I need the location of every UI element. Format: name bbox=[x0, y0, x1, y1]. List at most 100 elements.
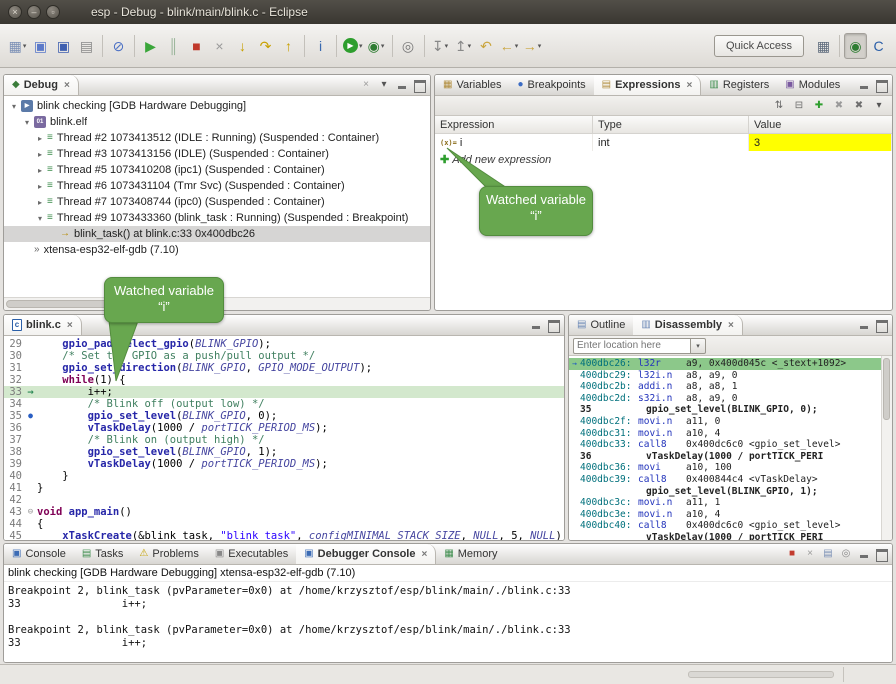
disassembly-row[interactable]: 400dbc2b:addi.na8, a8, 1 bbox=[569, 381, 881, 393]
code-line[interactable]: 34 /* Blink off (output low) */ bbox=[4, 398, 564, 410]
forward-icon[interactable]: →▾ bbox=[521, 33, 544, 59]
fold-collapse-icon[interactable]: ⊖ bbox=[24, 506, 37, 518]
location-input[interactable] bbox=[573, 338, 691, 354]
breakpoint-icon[interactable]: ● bbox=[24, 410, 37, 422]
disassembly-row[interactable]: 400dbc3e:movi.na10, 4 bbox=[569, 509, 881, 521]
minimize-view-icon[interactable] bbox=[529, 318, 543, 332]
close-tab-icon[interactable]: × bbox=[421, 549, 427, 560]
back-icon[interactable]: ←▾ bbox=[498, 33, 521, 59]
c-cpp-perspective-icon[interactable]: C bbox=[867, 33, 890, 59]
remove-expression-icon[interactable]: ✖ bbox=[830, 97, 848, 114]
disassembly-row[interactable]: 400dbc29:l32i.na8, a9, 0 bbox=[569, 370, 881, 382]
code-line[interactable]: 44{ bbox=[4, 518, 564, 530]
save-all-icon[interactable]: ▣ bbox=[52, 33, 75, 59]
scrollbar-thumb[interactable] bbox=[883, 358, 890, 420]
maximize-view-icon[interactable] bbox=[874, 318, 888, 332]
print-icon[interactable]: ▤ bbox=[75, 33, 98, 59]
step-return-icon[interactable]: ↑ bbox=[277, 33, 300, 59]
instruction-stepping-icon[interactable]: i bbox=[309, 33, 332, 59]
code-line[interactable]: 38 gpio_set_level(BLINK_GPIO, 1); bbox=[4, 446, 564, 458]
minimize-view-icon[interactable] bbox=[395, 78, 409, 92]
code-line[interactable]: 45 xTaskCreate(&blink_task, "blink_task"… bbox=[4, 530, 564, 540]
disassembly-rows[interactable]: →400dbc26:l32ra9, 0x400d045c <_stext+109… bbox=[569, 356, 881, 540]
debug-tree-item[interactable]: ▸≡Thread #5 1073410208 (ipc1) (Suspended… bbox=[4, 162, 430, 178]
close-tab-icon[interactable]: × bbox=[67, 320, 73, 331]
step-over-icon[interactable]: ↷ bbox=[254, 33, 277, 59]
debug-perspective-icon[interactable]: ◉ bbox=[844, 33, 867, 59]
close-tab-icon[interactable]: × bbox=[728, 320, 734, 331]
add-expression-icon[interactable]: ✚ bbox=[810, 97, 828, 114]
maximize-view-icon[interactable] bbox=[874, 78, 888, 92]
close-tab-icon[interactable]: × bbox=[64, 80, 70, 91]
debug-tree-item[interactable]: ▾≡Thread #9 1073433360 (blink_task : Run… bbox=[4, 210, 430, 226]
close-tab-icon[interactable]: × bbox=[687, 80, 693, 91]
maximize-view-icon[interactable] bbox=[412, 78, 426, 92]
add-expression-cell[interactable]: ✚ Add new expression bbox=[435, 151, 593, 168]
splitter-handle[interactable] bbox=[688, 671, 834, 678]
console-tab-console[interactable]: ▣Console bbox=[4, 544, 74, 564]
minimize-view-icon[interactable] bbox=[857, 318, 871, 332]
tree-expander-icon[interactable]: ▸ bbox=[34, 150, 46, 159]
step-into-icon[interactable]: ↓ bbox=[231, 33, 254, 59]
expressions-tab-breakpoints[interactable]: ●Breakpoints bbox=[510, 75, 594, 95]
new-wizard-icon[interactable]: ▦▾ bbox=[6, 33, 29, 59]
disassembly-row[interactable]: 400dbc3c:movi.na11, 1 bbox=[569, 497, 881, 509]
column-header-expression[interactable]: Expression bbox=[435, 116, 593, 133]
expressions-tab-modules[interactable]: ▣Modules bbox=[777, 75, 848, 95]
expressions-tab-variables[interactable]: ▦Variables bbox=[435, 75, 510, 95]
next-annotation-icon[interactable]: ↧▾ bbox=[429, 33, 452, 59]
disassembly-row[interactable]: vTaskDelay(1000 / portTICK_PERI bbox=[569, 532, 881, 540]
expressions-view-menu-icon[interactable]: ▾ bbox=[870, 97, 888, 114]
disassembly-vertical-scrollbar[interactable] bbox=[881, 356, 892, 540]
code-line[interactable]: 37 /* Blink on (output high) */ bbox=[4, 434, 564, 446]
disassembly-row[interactable]: 400dbc31:movi.na10, 4 bbox=[569, 428, 881, 440]
pin-console-icon[interactable]: ◎ bbox=[838, 546, 854, 562]
tree-expander-icon[interactable]: ▸ bbox=[34, 198, 46, 207]
debug-tab-debug[interactable]: ◆Debug× bbox=[4, 75, 79, 95]
open-perspective-icon[interactable]: ▦ bbox=[812, 33, 835, 59]
resume-icon[interactable]: ▶ bbox=[139, 33, 162, 59]
column-header-type[interactable]: Type bbox=[593, 116, 749, 133]
previous-annotation-icon[interactable]: ↥▾ bbox=[452, 33, 475, 59]
collapse-all-icon[interactable]: ⊟ bbox=[790, 97, 808, 114]
minimize-view-icon[interactable] bbox=[857, 78, 871, 92]
show-type-names-icon[interactable]: ⇅ bbox=[770, 97, 788, 114]
clear-console-icon[interactable]: ▤ bbox=[820, 546, 836, 562]
disassembly-row[interactable]: 400dbc40:call80x400dc6c0 <gpio_set_level… bbox=[569, 520, 881, 532]
debug-tree-item[interactable]: ▸≡Thread #6 1073431104 (Tmr Svc) (Suspen… bbox=[4, 178, 430, 194]
run-icon[interactable]: ▶▾ bbox=[341, 33, 365, 59]
tree-expander-icon[interactable]: ▾ bbox=[34, 214, 46, 223]
code-line[interactable]: 42 bbox=[4, 494, 564, 506]
debug-tree-item[interactable]: ▸≡Thread #7 1073408744 (ipc0) (Suspended… bbox=[4, 194, 430, 210]
debug-icon[interactable]: ◉▾ bbox=[365, 33, 388, 59]
disassembly-row[interactable]: 400dbc39:call80x400844c4 <vTaskDelay> bbox=[569, 474, 881, 486]
console-tab-problems[interactable]: ⚠Problems bbox=[131, 544, 206, 564]
editor-code[interactable]: 29 gpio_pad_select_gpio(BLINK_GPIO);30 /… bbox=[4, 336, 564, 540]
column-header-value[interactable]: Value bbox=[749, 116, 892, 133]
console-tab-memory[interactable]: ▦Memory bbox=[436, 544, 505, 564]
remove-all-terminated-icon[interactable]: × bbox=[358, 77, 374, 93]
disassembly-tab-outline[interactable]: ▤Outline bbox=[569, 315, 633, 335]
code-line[interactable]: 31 gpio_set_direction(BLINK_GPIO, GPIO_M… bbox=[4, 362, 564, 374]
expression-name-cell[interactable]: (x)= i bbox=[435, 134, 593, 151]
disassembly-row[interactable]: 35gpio_set_level(BLINK_GPIO, 0); bbox=[569, 404, 881, 416]
disconnect-icon[interactable]: × bbox=[208, 33, 231, 59]
console-tab-tasks[interactable]: ▤Tasks bbox=[74, 544, 132, 564]
remove-launch-icon[interactable]: × bbox=[802, 546, 818, 562]
disassembly-row[interactable]: 400dbc36:movia10, 100 bbox=[569, 462, 881, 474]
terminate-console-icon[interactable]: ■ bbox=[784, 546, 800, 562]
search-icon[interactable]: ◎ bbox=[397, 33, 420, 59]
code-line[interactable]: 41} bbox=[4, 482, 564, 494]
disassembly-row[interactable]: 400dbc2f:movi.na11, 0 bbox=[569, 416, 881, 428]
tree-expander-icon[interactable]: ▾ bbox=[8, 102, 20, 111]
location-dropdown-icon[interactable]: ▾ bbox=[691, 338, 706, 354]
terminate-icon[interactable]: ■ bbox=[185, 33, 208, 59]
maximize-view-icon[interactable] bbox=[874, 547, 888, 561]
maximize-view-icon[interactable] bbox=[546, 318, 560, 332]
minimize-view-icon[interactable] bbox=[857, 547, 871, 561]
disassembly-row[interactable]: 400dbc33:call80x400dc6c0 <gpio_set_level… bbox=[569, 439, 881, 451]
tree-expander-icon[interactable]: ▾ bbox=[21, 118, 33, 127]
window-close-button[interactable]: × bbox=[8, 5, 22, 19]
last-edit-location-icon[interactable]: ↶ bbox=[475, 33, 498, 59]
window-minimize-button[interactable]: – bbox=[27, 5, 41, 19]
